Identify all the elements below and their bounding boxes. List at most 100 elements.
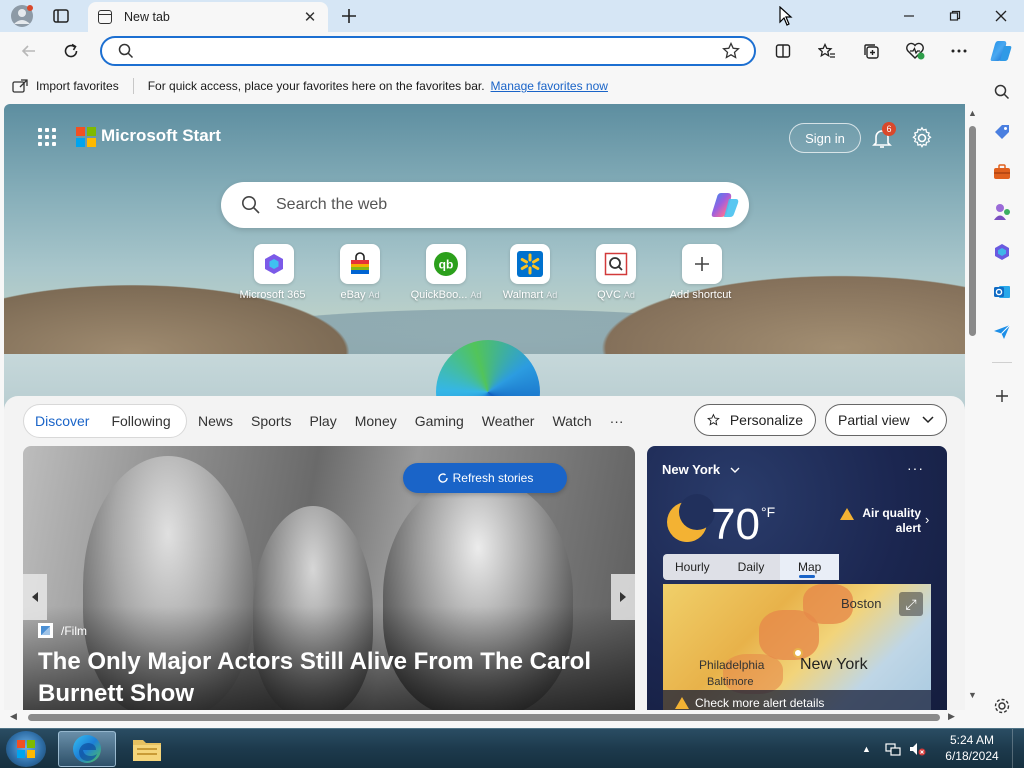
close-window-button[interactable] <box>980 0 1022 32</box>
tray-overflow-icon[interactable]: ▲ <box>862 744 871 754</box>
taskbar-edge[interactable] <box>58 731 116 767</box>
weather-map[interactable]: Boston Philadelphia Baltimore New York ⤢… <box>663 584 931 710</box>
alert-details-link[interactable]: Check more alert details <box>663 690 931 710</box>
favorites-button[interactable] <box>812 36 842 66</box>
hero-story-card[interactable]: Refresh stories /Film The Only Major Act… <box>23 446 635 710</box>
story-source[interactable]: /Film <box>38 623 87 638</box>
favorite-star-icon[interactable] <box>722 42 740 60</box>
previous-story-button[interactable] <box>23 574 47 620</box>
chevron-right-icon[interactable]: › <box>925 512 929 527</box>
shortcut-quickbooks[interactable]: qb QuickBoo... Ad <box>404 244 488 301</box>
tab-close-icon[interactable]: ✕ <box>302 8 318 26</box>
tab-watch[interactable]: Watch <box>552 413 591 429</box>
page-settings-icon[interactable] <box>910 126 934 150</box>
app-launcher-icon[interactable] <box>38 128 56 146</box>
split-screen-button[interactable] <box>768 36 798 66</box>
weather-tab-map[interactable]: Map <box>780 554 840 580</box>
horizontal-scroll-thumb[interactable] <box>28 714 940 721</box>
refresh-stories-button[interactable]: Refresh stories <box>403 463 567 493</box>
web-search-placeholder[interactable]: Search the web <box>276 196 387 214</box>
weather-unit[interactable]: °F <box>761 504 775 520</box>
taskbar-clock[interactable]: 5:24 AM 6/18/2024 <box>940 732 1004 764</box>
weather-more-icon[interactable]: ··· <box>907 460 924 476</box>
web-search-box[interactable]: Search the web <box>221 182 749 228</box>
tab-sports[interactable]: Sports <box>251 413 291 429</box>
address-bar[interactable] <box>100 36 756 66</box>
workspaces-button[interactable] <box>48 0 74 32</box>
view-mode-dropdown[interactable]: Partial view <box>825 404 947 436</box>
shortcut-microsoft-365[interactable]: Microsoft 365 <box>232 244 316 301</box>
personalize-button[interactable]: Personalize <box>694 404 816 436</box>
brand-title[interactable]: Microsoft Start <box>101 126 221 146</box>
collections-button[interactable] <box>856 36 886 66</box>
close-icon <box>995 10 1007 22</box>
restore-button[interactable] <box>934 0 976 32</box>
scroll-left-icon[interactable]: ◀ <box>10 711 17 722</box>
refresh-button[interactable] <box>56 36 86 66</box>
sidebar-add-button[interactable] <box>990 384 1014 408</box>
weather-location-dropdown[interactable]: New York <box>662 462 740 477</box>
browser-essentials-button[interactable] <box>900 36 930 66</box>
mouse-cursor <box>778 0 794 32</box>
weather-tabs: Hourly Daily Map <box>663 554 840 580</box>
shortcut-tile <box>596 244 636 284</box>
copilot-button[interactable] <box>986 36 1016 66</box>
sidebar-tools-button[interactable] <box>990 160 1014 184</box>
show-desktop-button[interactable] <box>1012 729 1024 768</box>
shortcut-add[interactable]: Add shortcut <box>660 244 744 301</box>
vertical-scroll-thumb[interactable] <box>969 126 976 336</box>
taskbar-file-explorer[interactable] <box>118 731 176 767</box>
tab-news[interactable]: News <box>198 413 233 429</box>
sidebar-divider <box>992 362 1012 363</box>
scroll-down-icon[interactable]: ▼ <box>968 690 977 700</box>
tab-play[interactable]: Play <box>309 413 336 429</box>
start-button[interactable] <box>6 731 46 767</box>
copilot-icon[interactable] <box>711 192 739 218</box>
profile-button[interactable] <box>8 0 36 32</box>
sidebar-m365-button[interactable] <box>990 240 1014 264</box>
outlook-icon <box>994 286 1010 298</box>
import-favorites-label: Import favorites <box>36 79 119 93</box>
shortcut-tile <box>340 244 380 284</box>
tab-discover[interactable]: Discover <box>24 413 100 429</box>
sidebar-settings-button[interactable] <box>990 694 1014 718</box>
tab-weather[interactable]: Weather <box>482 413 535 429</box>
new-tab-button[interactable] <box>336 0 362 32</box>
scroll-right-icon[interactable]: ▶ <box>948 711 955 722</box>
back-button[interactable] <box>14 36 44 66</box>
sidebar-search-button[interactable] <box>990 80 1014 104</box>
volume-muted-icon[interactable] <box>909 742 927 756</box>
story-headline[interactable]: The Only Major Actors Still Alive From T… <box>38 646 618 710</box>
air-quality-alert[interactable]: Air quality alert <box>837 506 921 536</box>
weather-tab-daily[interactable]: Daily <box>722 554 781 580</box>
scroll-up-icon[interactable]: ▲ <box>968 108 977 118</box>
shortcut-ebay[interactable]: eBay Ad <box>318 244 402 301</box>
favorites-message: For quick access, place your favorites h… <box>147 79 485 93</box>
next-story-button[interactable] <box>611 574 635 620</box>
sidebar-games-button[interactable] <box>990 200 1014 224</box>
sidebar-outlook-button[interactable] <box>990 280 1014 304</box>
more-categories-button[interactable]: ··· <box>610 413 624 429</box>
tab-money[interactable]: Money <box>355 413 397 429</box>
weather-tab-hourly[interactable]: Hourly <box>663 554 722 580</box>
shortcut-walmart[interactable]: Walmart Ad <box>488 244 572 301</box>
horizontal-scrollbar[interactable]: ◀ ▶ <box>4 710 965 725</box>
address-input[interactable] <box>142 42 722 60</box>
sidebar-shopping-button[interactable] <box>990 120 1014 144</box>
tab-following[interactable]: Following <box>100 413 181 429</box>
sidebar-drop-button[interactable] <box>990 320 1014 344</box>
tab-new-tab[interactable]: New tab ✕ <box>88 2 328 32</box>
shortcut-label: QuickBoo... <box>410 289 468 301</box>
tab-gaming[interactable]: Gaming <box>415 413 464 429</box>
manage-favorites-link[interactable]: Manage favorites now <box>491 79 608 93</box>
import-favorites-button[interactable]: Import favorites <box>12 79 119 93</box>
expand-map-icon[interactable]: ⤢ <box>899 592 923 616</box>
more-button[interactable] <box>944 36 974 66</box>
network-icon[interactable] <box>885 742 901 756</box>
vertical-scrollbar[interactable]: ▲ ▼ <box>965 104 980 710</box>
clock-time: 5:24 AM <box>949 733 995 747</box>
sign-in-button[interactable]: Sign in <box>789 123 861 153</box>
minimize-button[interactable] <box>888 0 930 32</box>
shortcut-qvc[interactable]: QVC Ad <box>574 244 658 301</box>
feed-toggle: Discover Following <box>23 404 187 438</box>
